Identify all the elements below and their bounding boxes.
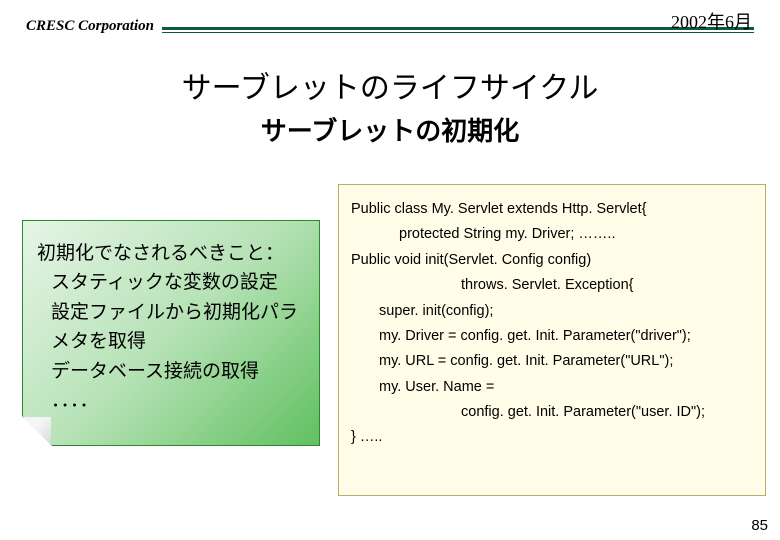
slide-subtitle: サーブレットの初期化 bbox=[0, 111, 780, 148]
page-fold-icon bbox=[23, 417, 51, 445]
page-number: 85 bbox=[751, 517, 768, 534]
code-line-7: my. URL = config. get. Init. Parameter("… bbox=[351, 349, 753, 374]
header-rule bbox=[162, 27, 754, 33]
left-item-2: 設定ファイルから初期化パラメタを取得 bbox=[37, 298, 305, 357]
code-line-5: super. init(config); bbox=[351, 299, 753, 324]
code-line-10: } ….. bbox=[351, 429, 382, 445]
left-heading: 初期化でなされるべきこと： bbox=[37, 239, 305, 268]
code-line-4: throws. Servlet. Exception{ bbox=[351, 273, 753, 298]
left-item-3: データベース接続の取得 bbox=[37, 357, 305, 386]
left-ellipsis: ．．．． bbox=[37, 386, 305, 415]
code-line-9: config. get. Init. Parameter("user. ID")… bbox=[351, 400, 753, 425]
corporation-label: CRESC Corporation bbox=[26, 18, 154, 35]
code-sample-box: Public class My. Servlet extends Http. S… bbox=[338, 184, 766, 496]
code-line-1: Public class My. Servlet extends Http. S… bbox=[351, 201, 647, 217]
code-line-2: protected String my. Driver; …….. bbox=[351, 222, 753, 247]
init-tasks-box: 初期化でなされるべきこと： スタティックな変数の設定 設定ファイルから初期化パラ… bbox=[22, 220, 320, 446]
date-label: 2002年6月 bbox=[671, 8, 752, 34]
left-item-1: スタティックな変数の設定 bbox=[37, 268, 305, 297]
code-line-6: my. Driver = config. get. Init. Paramete… bbox=[351, 324, 753, 349]
slide-title: サーブレットのライフサイクル bbox=[0, 63, 780, 107]
code-line-8: my. User. Name = bbox=[351, 375, 753, 400]
code-line-3: Public void init(Servlet. Config config) bbox=[351, 252, 591, 268]
